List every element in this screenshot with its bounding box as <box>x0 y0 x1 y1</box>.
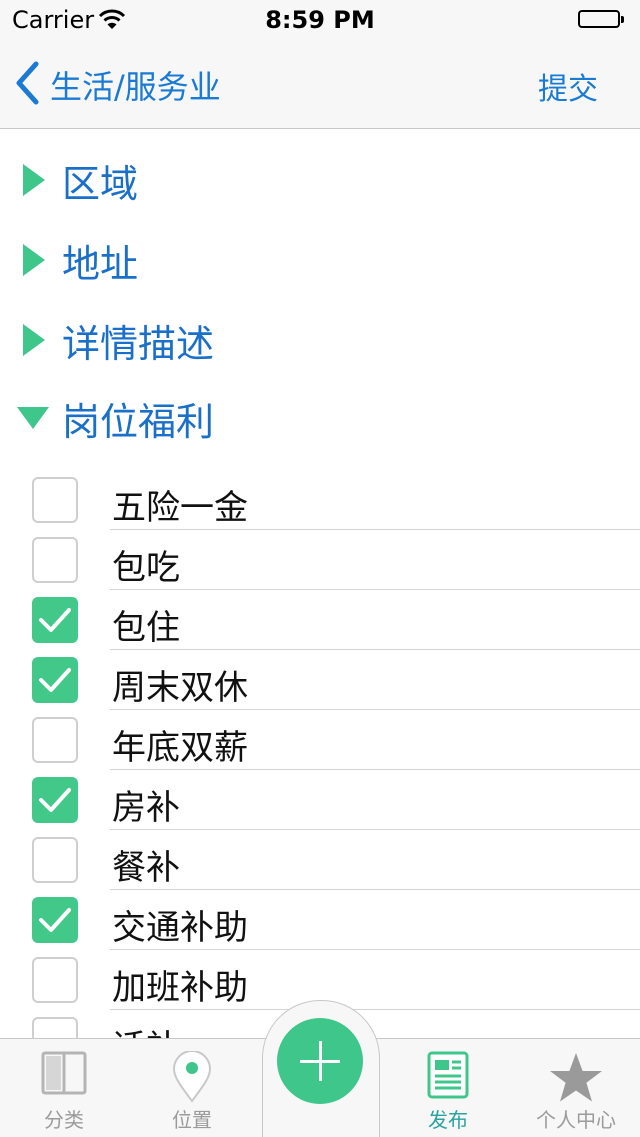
triangle-right-icon <box>23 244 45 276</box>
checkbox-checked[interactable] <box>32 777 78 823</box>
benefit-label: 加班补助 <box>112 968 248 1008</box>
back-label: 生活/服务业 <box>50 68 221 106</box>
section-label: 岗位福利 <box>62 399 215 444</box>
benefits-list: 五险一金包吃包住周末双休年底双薪房补餐补交通补助加班补助话补 <box>0 470 640 1070</box>
benefit-label: 五险一金 <box>112 488 248 528</box>
checkbox-unchecked[interactable] <box>32 957 78 1003</box>
location-pin-icon <box>170 1050 214 1107</box>
battery-icon <box>578 10 626 30</box>
triangle-right-icon <box>23 324 45 356</box>
benefit-label: 餐补 <box>112 848 180 888</box>
document-icon <box>427 1051 469 1103</box>
checkbox-checked[interactable] <box>32 597 78 643</box>
tab-label: 个人中心 <box>536 1108 616 1132</box>
section-label: 区域 <box>62 161 139 206</box>
section-address[interactable]: 地址 <box>0 225 640 295</box>
benefit-row[interactable]: 房补 <box>0 770 640 830</box>
triangle-right-icon <box>23 164 45 196</box>
book-icon <box>41 1051 87 1099</box>
benefit-label: 包吃 <box>112 548 180 588</box>
back-button[interactable]: 生活/服务业 <box>14 60 221 110</box>
benefit-row[interactable]: 年底双薪 <box>0 710 640 770</box>
benefit-label: 周末双休 <box>112 668 248 708</box>
add-post-button[interactable] <box>277 1018 363 1104</box>
benefit-row[interactable]: 周末双休 <box>0 650 640 710</box>
benefit-row[interactable]: 交通补助 <box>0 890 640 950</box>
section-label: 详情描述 <box>62 321 215 366</box>
tab-label: 分类 <box>44 1108 84 1132</box>
section-region[interactable]: 区域 <box>0 145 640 215</box>
navigation-bar: Carrier 8:59 PM 生活/服务业 提交 <box>0 0 640 129</box>
tab-label: 位置 <box>172 1108 212 1132</box>
benefit-label: 包住 <box>112 608 180 648</box>
tab-publish[interactable]: 发布 <box>384 1039 512 1137</box>
star-icon <box>548 1051 604 1109</box>
checkmark-icon <box>39 668 71 692</box>
benefit-label: 年底双薪 <box>112 728 248 768</box>
benefit-row[interactable]: 餐补 <box>0 830 640 890</box>
checkmark-icon <box>39 608 71 632</box>
checkmark-icon <box>39 908 71 932</box>
checkbox-unchecked[interactable] <box>32 537 78 583</box>
benefit-row[interactable]: 五险一金 <box>0 470 640 530</box>
status-time: 8:59 PM <box>265 6 375 34</box>
tab-profile[interactable]: 个人中心 <box>512 1039 640 1137</box>
benefit-row[interactable]: 包吃 <box>0 530 640 590</box>
section-benefits[interactable]: 岗位福利 <box>0 383 640 453</box>
tab-category[interactable]: 分类 <box>0 1039 128 1137</box>
status-bar: Carrier 8:59 PM <box>0 0 640 40</box>
checkbox-unchecked[interactable] <box>32 837 78 883</box>
benefit-label: 房补 <box>112 788 180 828</box>
section-label: 地址 <box>62 241 139 286</box>
tab-location[interactable]: 位置 <box>128 1039 256 1137</box>
checkmark-icon <box>39 788 71 812</box>
checkbox-unchecked[interactable] <box>32 477 78 523</box>
checkbox-checked[interactable] <box>32 897 78 943</box>
benefit-label: 交通补助 <box>112 908 248 948</box>
submit-button[interactable]: 提交 <box>538 64 598 108</box>
benefit-row[interactable]: 包住 <box>0 590 640 650</box>
checkbox-checked[interactable] <box>32 657 78 703</box>
chevron-left-icon <box>14 61 40 109</box>
section-description[interactable]: 详情描述 <box>0 305 640 375</box>
checkbox-unchecked[interactable] <box>32 717 78 763</box>
triangle-down-icon <box>17 407 49 429</box>
tab-label: 发布 <box>428 1108 468 1132</box>
